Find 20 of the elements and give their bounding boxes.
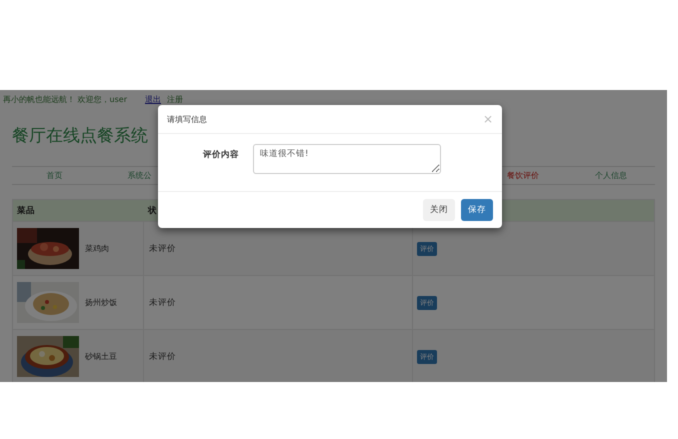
welcome-text: 再小的帆也能远航！ 欢迎您，user <box>3 94 127 104</box>
top-link[interactable]: 退出 <box>145 94 161 104</box>
dialog-title: 请填写信息 <box>167 114 207 124</box>
nav-item[interactable]: 首页 <box>12 170 97 181</box>
dish-name: 扬州炒饭 <box>85 297 117 308</box>
save-button[interactable]: 保存 <box>461 199 493 221</box>
column-header: 状 <box>146 204 158 216</box>
dish-name: 砂锅土豆 <box>85 351 117 362</box>
dish-name: 菜鸡肉 <box>85 243 109 254</box>
site-title: 餐厅在线点餐系统 <box>12 125 148 148</box>
status-text: 未评价 <box>149 296 176 308</box>
close-button[interactable]: × <box>482 112 493 126</box>
status-text: 未评价 <box>149 242 176 254</box>
status-text: 未评价 <box>149 350 176 362</box>
field-label: 评价内容 <box>203 149 239 161</box>
top-link[interactable]: 注册 <box>167 94 183 104</box>
column-header: 菜品 <box>16 204 36 216</box>
review-field[interactable]: 味道很不错! <box>253 144 441 174</box>
nav-item[interactable]: 个人信息 <box>567 170 655 181</box>
close-button[interactable]: 关闭 <box>423 199 455 221</box>
